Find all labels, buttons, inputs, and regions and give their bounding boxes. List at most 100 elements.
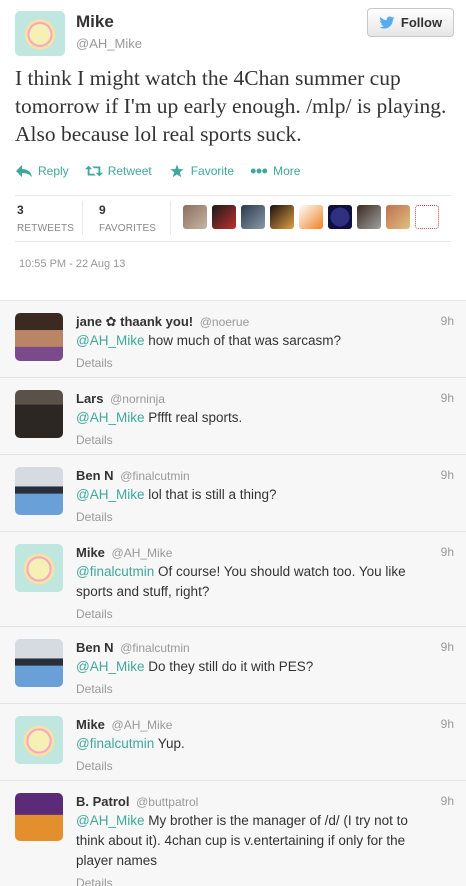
jane-avatar[interactable] bbox=[15, 313, 63, 361]
reply-time[interactable]: 9h bbox=[441, 391, 454, 405]
follow-label: Follow bbox=[400, 15, 443, 30]
reply-author-name[interactable]: Mike bbox=[76, 545, 105, 560]
favorite-label: Favorite bbox=[190, 164, 235, 178]
reply-author-handle[interactable]: @buttpatrol bbox=[136, 795, 198, 809]
reply-author-handle[interactable]: @norninja bbox=[110, 392, 165, 406]
reply-text: lol that is still a thing? bbox=[144, 487, 277, 502]
follow-button[interactable]: Follow bbox=[367, 8, 454, 37]
favoriter-avatar[interactable] bbox=[241, 205, 265, 229]
reply-header: jane ✿ thaank you! @noerue bbox=[76, 314, 249, 330]
reply-time[interactable]: 9h bbox=[441, 794, 454, 808]
reply-header: Mike @AH_Mike bbox=[76, 717, 172, 732]
retweet-icon bbox=[84, 165, 103, 177]
retweet-label: Retweet bbox=[107, 164, 152, 178]
reply-author-handle[interactable]: @noerue bbox=[200, 315, 250, 329]
details-link[interactable]: Details bbox=[76, 756, 436, 776]
reply-time[interactable]: 9h bbox=[441, 717, 454, 731]
author-name[interactable]: Mike bbox=[76, 12, 114, 32]
bpatrol-avatar[interactable] bbox=[15, 793, 63, 841]
stat-separator bbox=[82, 201, 83, 235]
reply-body: @AH_Mike Do they still do it with PES? D… bbox=[76, 657, 436, 699]
mike-avatar[interactable] bbox=[15, 544, 63, 592]
favoriter-avatar[interactable] bbox=[299, 205, 323, 229]
reply-author-handle[interactable]: @finalcutmin bbox=[120, 641, 190, 655]
reply-body: @finalcutmin Of course! You should watch… bbox=[76, 562, 436, 624]
reply-mention[interactable]: @finalcutmin bbox=[76, 736, 154, 751]
retweet-button[interactable]: Retweet bbox=[84, 164, 152, 178]
favoriters-list bbox=[183, 205, 439, 229]
tweet-timestamp[interactable]: 10:55 PM - 22 Aug 13 bbox=[19, 258, 125, 270]
favorites-count: 9 bbox=[99, 203, 106, 217]
reply-item[interactable]: Ben N @finalcutmin 9h @AH_Mike Do they s… bbox=[0, 627, 466, 704]
details-link[interactable]: Details bbox=[76, 430, 436, 450]
reply-author-name[interactable]: jane ✿ thaank you! bbox=[76, 314, 193, 329]
reply-header: Mike @AH_Mike bbox=[76, 545, 172, 560]
reply-header: Lars @norninja bbox=[76, 391, 165, 406]
details-link[interactable]: Details bbox=[76, 873, 436, 886]
details-link[interactable]: Details bbox=[76, 507, 436, 527]
favorite-button[interactable]: Favorite bbox=[168, 164, 234, 178]
reply-author-handle[interactable]: @finalcutmin bbox=[120, 469, 190, 483]
reply-item[interactable]: Mike @AH_Mike 9h @finalcutmin Yup. Detai… bbox=[0, 704, 466, 781]
reply-time[interactable]: 9h bbox=[441, 640, 454, 654]
ben-avatar[interactable] bbox=[15, 467, 63, 515]
reply-author-name[interactable]: B. Patrol bbox=[76, 794, 129, 809]
author-handle[interactable]: @AH_Mike bbox=[76, 36, 142, 51]
favoriter-avatar[interactable] bbox=[415, 205, 439, 229]
favorites-stat[interactable]: 9 FAVORITES bbox=[99, 203, 156, 234]
favoriter-avatar[interactable] bbox=[386, 205, 410, 229]
reply-mention[interactable]: @finalcutmin bbox=[76, 564, 154, 579]
reply-item[interactable]: B. Patrol @buttpatrol 9h @AH_Mike My bro… bbox=[0, 781, 466, 886]
reply-mention[interactable]: @AH_Mike bbox=[76, 813, 144, 828]
reply-author-handle[interactable]: @AH_Mike bbox=[112, 546, 173, 560]
favorites-label: FAVORITES bbox=[99, 223, 157, 234]
replies-list: jane ✿ thaank you! @noerue 9h @AH_Mike h… bbox=[0, 300, 466, 886]
reply-time[interactable]: 9h bbox=[441, 468, 454, 482]
tweet-actions: Reply Retweet Favorite More bbox=[15, 164, 316, 178]
tweet-stats: 3 RETWEETS 9 FAVORITES bbox=[15, 197, 455, 241]
reply-author-name[interactable]: Lars bbox=[76, 391, 103, 406]
reply-label: Reply bbox=[38, 164, 69, 178]
reply-item[interactable]: jane ✿ thaank you! @noerue 9h @AH_Mike h… bbox=[0, 301, 466, 378]
reply-author-name[interactable]: Mike bbox=[76, 717, 105, 732]
favoriter-avatar[interactable] bbox=[328, 205, 352, 229]
author-avatar[interactable] bbox=[15, 11, 65, 56]
favoriter-avatar[interactable] bbox=[357, 205, 381, 229]
reply-header: B. Patrol @buttpatrol bbox=[76, 794, 198, 809]
reply-author-name[interactable]: Ben N bbox=[76, 468, 114, 483]
star-icon bbox=[170, 164, 184, 178]
reply-header: Ben N @finalcutmin bbox=[76, 468, 190, 483]
favoriter-avatar[interactable] bbox=[183, 205, 207, 229]
reply-author-handle[interactable]: @AH_Mike bbox=[112, 718, 173, 732]
reply-author-name[interactable]: Ben N bbox=[76, 640, 114, 655]
mike-avatar[interactable] bbox=[15, 716, 63, 764]
reply-mention[interactable]: @AH_Mike bbox=[76, 487, 144, 502]
favoriter-avatar[interactable] bbox=[212, 205, 236, 229]
reply-button[interactable]: Reply bbox=[15, 164, 69, 178]
retweets-label: RETWEETS bbox=[17, 223, 75, 234]
reply-time[interactable]: 9h bbox=[441, 314, 454, 328]
twitter-bird-icon bbox=[379, 15, 395, 29]
reply-time[interactable]: 9h bbox=[441, 545, 454, 559]
main-tweet: Mike @AH_Mike Follow I think I might wat… bbox=[0, 0, 466, 300]
reply-body: @finalcutmin Yup. Details bbox=[76, 734, 436, 776]
reply-mention[interactable]: @AH_Mike bbox=[76, 659, 144, 674]
reply-item[interactable]: Lars @norninja 9h @AH_Mike Pffft real sp… bbox=[0, 378, 466, 455]
retweets-stat[interactable]: 3 RETWEETS bbox=[17, 203, 74, 234]
more-button[interactable]: More bbox=[250, 164, 300, 178]
ben-avatar[interactable] bbox=[15, 639, 63, 687]
reply-header: Ben N @finalcutmin bbox=[76, 640, 190, 655]
reply-item[interactable]: Ben N @finalcutmin 9h @AH_Mike lol that … bbox=[0, 455, 466, 532]
reply-item[interactable]: Mike @AH_Mike 9h @finalcutmin Of course!… bbox=[0, 532, 466, 627]
details-link[interactable]: Details bbox=[76, 604, 436, 624]
details-link[interactable]: Details bbox=[76, 353, 436, 373]
details-link[interactable]: Details bbox=[76, 679, 436, 699]
favoriter-avatar[interactable] bbox=[270, 205, 294, 229]
more-label: More bbox=[273, 164, 301, 178]
lars-avatar[interactable] bbox=[15, 390, 63, 438]
reply-mention[interactable]: @AH_Mike bbox=[76, 333, 144, 348]
reply-mention[interactable]: @AH_Mike bbox=[76, 410, 144, 425]
reply-icon bbox=[16, 165, 32, 177]
stat-separator bbox=[170, 201, 171, 235]
reply-text: Do they still do it with PES? bbox=[144, 659, 314, 674]
